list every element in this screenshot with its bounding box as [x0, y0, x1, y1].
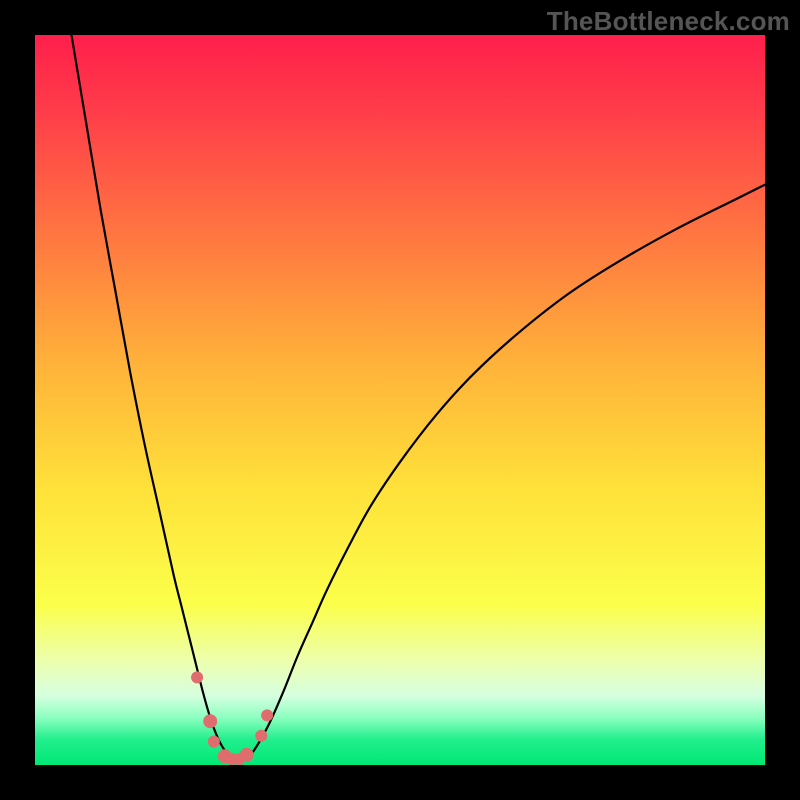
watermark-text: TheBottleneck.com — [547, 6, 790, 37]
data-point — [255, 730, 267, 742]
data-point — [261, 709, 273, 721]
data-point — [208, 736, 220, 748]
chart-frame: TheBottleneck.com — [0, 0, 800, 800]
chart-background — [35, 35, 765, 765]
data-point — [191, 671, 203, 683]
data-point — [203, 714, 217, 728]
bottleneck-chart — [35, 35, 765, 765]
data-point — [240, 748, 254, 762]
